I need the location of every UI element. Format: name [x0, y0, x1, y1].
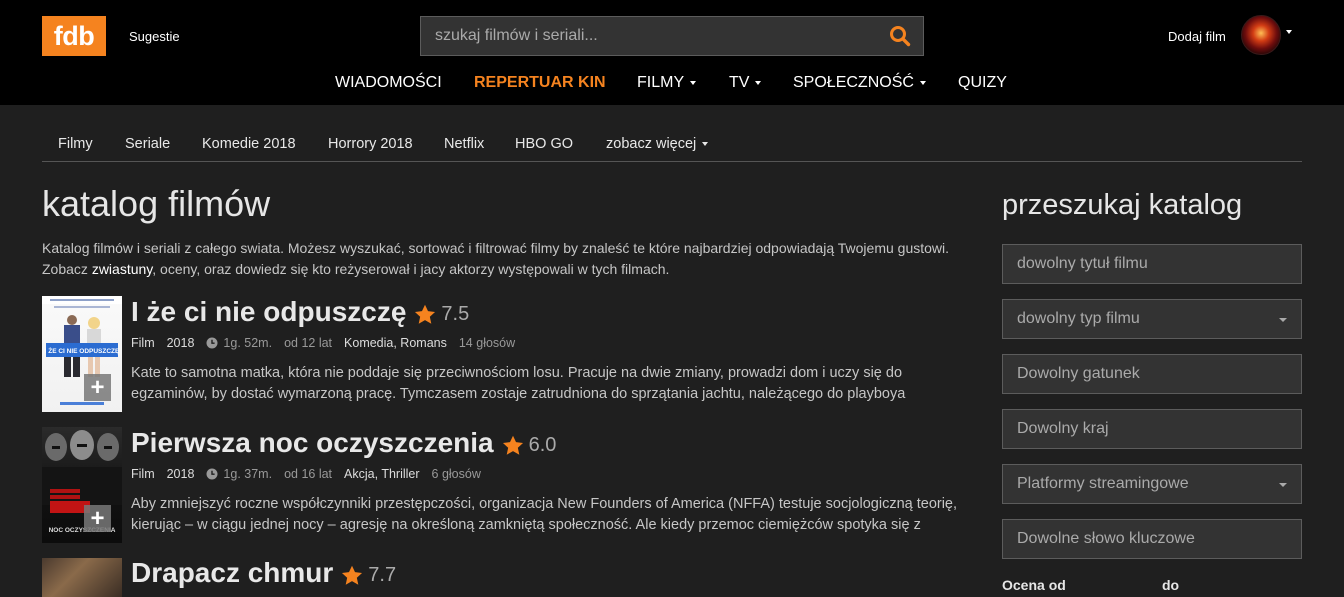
movie-votes: 14 głosów [458, 336, 516, 350]
subnav-label: Horrory 2018 [328, 136, 413, 152]
movie-type: Film [131, 467, 155, 481]
search-input[interactable]: szukaj filmów i seriali... [421, 27, 877, 45]
movie-year[interactable]: 2018 [167, 336, 195, 350]
movie-votes: 6 głosów [431, 467, 481, 481]
movie-duration: 1g. 37m. [223, 467, 273, 481]
subnav-item-more[interactable]: zobacz więcej [606, 136, 709, 152]
rating-from-label: Ocena od [1002, 577, 1066, 593]
movie-title-row: Drapacz chmur 7.7 [131, 557, 396, 589]
nav-quizy[interactable]: QUIZY [958, 74, 1007, 92]
movie-year[interactable]: 2018 [167, 467, 195, 481]
movie-age-rating: od 12 lat [284, 336, 333, 350]
movie-genres[interactable]: Akcja, Thriller [344, 467, 419, 481]
movie-item: I ŻE CI NIE ODPUSZCZĘ + I że ci nie odpu… [42, 296, 972, 414]
genre-filter-input[interactable]: Dowolny gatunek [1002, 354, 1302, 394]
chevron-down-icon[interactable] [1286, 30, 1292, 34]
sidebar-title: przeszukaj katalog [1002, 189, 1243, 221]
star-icon [502, 435, 523, 455]
movie-meta: Film 2018 1g. 52m. od 12 lat Komedia, Ro… [131, 336, 515, 350]
movie-meta: Film 2018 1g. 37m. od 16 lat Akcja, Thri… [131, 467, 481, 481]
movie-rating: 7.5 [441, 302, 470, 325]
subnav-item-horrory-2018[interactable]: Horrory 2018 [328, 136, 413, 152]
movie-item: NOC OCZYSZCZENIA + Pierwsza noc oczyszcz… [42, 427, 972, 545]
movie-genres[interactable]: Komedia, Romans [344, 336, 447, 350]
search-box[interactable]: szukaj filmów i seriali... [420, 16, 924, 56]
add-film-link[interactable]: Dodaj film [1168, 29, 1226, 44]
catalog-intro: Katalog filmów i seriali z całego swiata… [42, 238, 962, 280]
subnav-label: HBO GO [515, 136, 574, 152]
country-filter-input[interactable]: Dowolny kraj [1002, 409, 1302, 449]
nav-label: FILMY [637, 74, 685, 91]
sub-nav: Filmy Seriale Komedie 2018 Horrory 2018 … [42, 124, 1302, 162]
movie-title[interactable]: Drapacz chmur [131, 557, 333, 589]
movie-duration: 1g. 52m. [223, 336, 273, 350]
type-filter-select[interactable]: dowolny typ filmu [1002, 299, 1302, 339]
subnav-label: Filmy [58, 136, 93, 152]
trailers-link[interactable]: zwiastuny [92, 261, 152, 277]
movie-title-row: Pierwsza noc oczyszczenia 6.0 [131, 427, 556, 459]
subnav-label: zobacz więcej [606, 136, 697, 152]
movie-poster[interactable]: NOC OCZYSZCZENIA + [42, 427, 122, 543]
star-icon [415, 304, 436, 324]
nav-repertuar-kin[interactable]: REPERTUAR KIN [474, 74, 606, 92]
subnav-item-hbo-go[interactable]: HBO GO [515, 136, 573, 152]
nav-label: QUIZY [958, 74, 1007, 91]
clock-icon [206, 337, 218, 349]
keyword-filter-input[interactable]: Dowolne słowo kluczowe [1002, 519, 1302, 559]
subnav-item-komedie-2018[interactable]: Komedie 2018 [202, 136, 296, 152]
sugestie-link[interactable]: Sugestie [129, 29, 180, 44]
nav-tv[interactable]: TV [729, 74, 762, 92]
fdb-logo[interactable]: fdb [42, 16, 106, 56]
subnav-item-filmy[interactable]: Filmy [58, 136, 93, 152]
nav-label: REPERTUAR KIN [474, 74, 606, 91]
subnav-label: Netflix [444, 136, 485, 152]
nav-wiadomosci[interactable]: WIADOMOŚCI [335, 74, 442, 92]
chevron-down-icon [690, 81, 697, 85]
poster-title: I ŻE CI NIE ODPUSZCZĘ [45, 347, 120, 355]
streaming-filter-select[interactable]: Platformy streamingowe [1002, 464, 1302, 504]
nav-label: TV [729, 74, 750, 91]
search-icon[interactable] [877, 16, 923, 56]
movie-title[interactable]: I że ci nie odpuszczę [131, 296, 406, 328]
star-icon [342, 565, 363, 585]
subnav-label: Seriale [125, 136, 171, 152]
movie-title-row: I że ci nie odpuszczę 7.5 [131, 296, 469, 328]
user-avatar[interactable] [1241, 15, 1281, 55]
chevron-down-icon [919, 81, 926, 85]
rating-to-label: do [1162, 577, 1180, 593]
add-to-list-icon[interactable]: + [84, 505, 111, 532]
movie-rating: 6.0 [528, 433, 557, 456]
movie-rating: 7.7 [368, 563, 397, 586]
nav-label: SPOŁECZNOŚĆ [793, 74, 914, 91]
movie-poster[interactable] [42, 558, 122, 597]
movie-title[interactable]: Pierwsza noc oczyszczenia [131, 427, 494, 459]
movie-poster[interactable]: I ŻE CI NIE ODPUSZCZĘ + [42, 296, 122, 412]
main-nav: WIADOMOŚCI REPERTUAR KIN FILMY TV SPOŁEC… [0, 74, 1344, 94]
page-title: katalog filmów [42, 183, 271, 224]
movie-description: Kate to samotna matka, która nie poddaje… [131, 365, 906, 402]
subnav-item-seriale[interactable]: Seriale [125, 136, 170, 152]
nav-label: WIADOMOŚCI [335, 74, 442, 91]
subnav-item-netflix[interactable]: Netflix [444, 136, 484, 152]
add-to-list-icon[interactable]: + [84, 374, 111, 401]
movie-description: Aby zmniejszyć roczne współczynniki prze… [131, 496, 958, 533]
chevron-down-icon [702, 142, 709, 146]
movie-age-rating: od 16 lat [284, 467, 333, 481]
nav-filmy[interactable]: FILMY [637, 74, 697, 92]
nav-spolecznosc[interactable]: SPOŁECZNOŚĆ [793, 74, 926, 92]
chevron-down-icon [755, 81, 762, 85]
title-filter-input[interactable]: dowolny tytuł filmu [1002, 244, 1302, 284]
top-header: fdb Sugestie szukaj filmów i seriali... … [0, 0, 1344, 105]
intro-text: , oceny, oraz dowiedz się kto reżyserowa… [152, 261, 670, 277]
movie-item: Drapacz chmur 7.7 [42, 557, 972, 597]
subnav-label: Komedie 2018 [202, 136, 296, 152]
movie-type: Film [131, 336, 155, 350]
clock-icon [206, 468, 218, 480]
